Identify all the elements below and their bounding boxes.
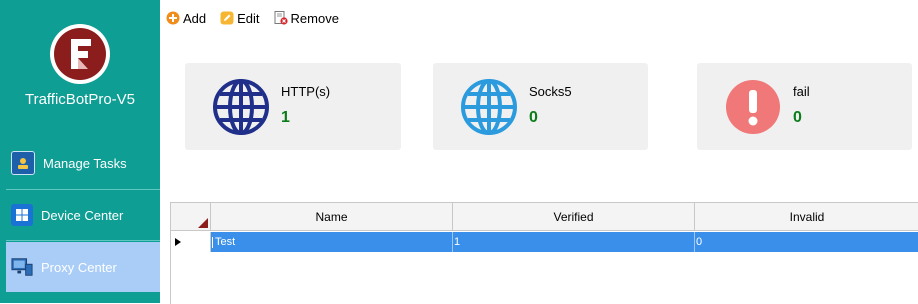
cell-name-text: Test xyxy=(215,236,236,248)
cell-name[interactable]: Test xyxy=(211,232,453,252)
sidebar-item-label: Manage Tasks xyxy=(43,155,127,171)
exclamation-icon xyxy=(726,80,780,134)
remove-button[interactable]: Remove xyxy=(274,11,339,26)
app-title: TrafficBotPro-V5 xyxy=(24,91,136,108)
globe-icon xyxy=(213,79,269,135)
add-button[interactable]: Add xyxy=(166,11,206,26)
remove-button-label: Remove xyxy=(290,10,339,26)
stat-card-fail: fail 0 xyxy=(697,63,912,150)
sidebar-item-proxy-center[interactable]: Proxy Center xyxy=(6,242,160,292)
remove-icon xyxy=(274,11,288,25)
row-pointer-icon xyxy=(174,238,181,246)
add-icon xyxy=(166,11,180,25)
app-logo xyxy=(50,24,110,84)
sidebar: TrafficBotPro-V5 Manage Tasks Device Cen… xyxy=(0,0,160,303)
windows-icon xyxy=(11,204,33,226)
sidebar-item-label: Proxy Center xyxy=(41,259,117,275)
stat-label: HTTP(s) xyxy=(281,84,331,99)
cell-verified[interactable]: 1 xyxy=(453,232,695,252)
logo-f-icon xyxy=(71,39,91,69)
sidebar-divider xyxy=(6,189,160,190)
sidebar-item-device-center[interactable]: Device Center xyxy=(0,191,160,239)
cell-invalid[interactable]: 0 xyxy=(695,232,918,252)
edit-button[interactable]: Edit xyxy=(220,10,260,26)
select-all-corner[interactable] xyxy=(171,203,211,231)
stat-value: 0 xyxy=(529,109,538,126)
table-header: Name Verified Invalid xyxy=(171,203,918,231)
column-header-verified[interactable]: Verified xyxy=(453,203,695,231)
column-header-invalid[interactable]: Invalid xyxy=(695,203,918,231)
corner-triangle-icon xyxy=(198,218,208,228)
stat-label: fail xyxy=(793,84,810,99)
table-row[interactable]: Test 1 0 xyxy=(171,232,918,252)
stat-value: 0 xyxy=(793,109,802,126)
cursor-mark xyxy=(212,236,213,248)
globe-icon xyxy=(461,79,517,135)
stat-card-http: HTTP(s) 1 xyxy=(185,63,401,150)
sidebar-item-manage-tasks[interactable]: Manage Tasks xyxy=(0,139,160,187)
stat-label: Socks5 xyxy=(529,84,572,99)
edit-icon xyxy=(220,11,234,25)
user-badge-icon xyxy=(11,151,35,175)
stat-value: 1 xyxy=(281,109,290,126)
row-header[interactable] xyxy=(171,232,211,252)
proxy-monitor-icon xyxy=(11,256,33,278)
sidebar-item-label: Device Center xyxy=(41,207,124,223)
stat-card-socks5: Socks5 0 xyxy=(433,63,648,150)
column-header-name[interactable]: Name xyxy=(211,203,453,231)
edit-button-label: Edit xyxy=(237,10,260,26)
add-button-label: Add xyxy=(183,10,207,26)
toolbar: Add Edit Remove xyxy=(166,9,353,27)
proxy-table: Name Verified Invalid Test 1 0 xyxy=(170,202,918,304)
sidebar-divider xyxy=(6,240,160,241)
